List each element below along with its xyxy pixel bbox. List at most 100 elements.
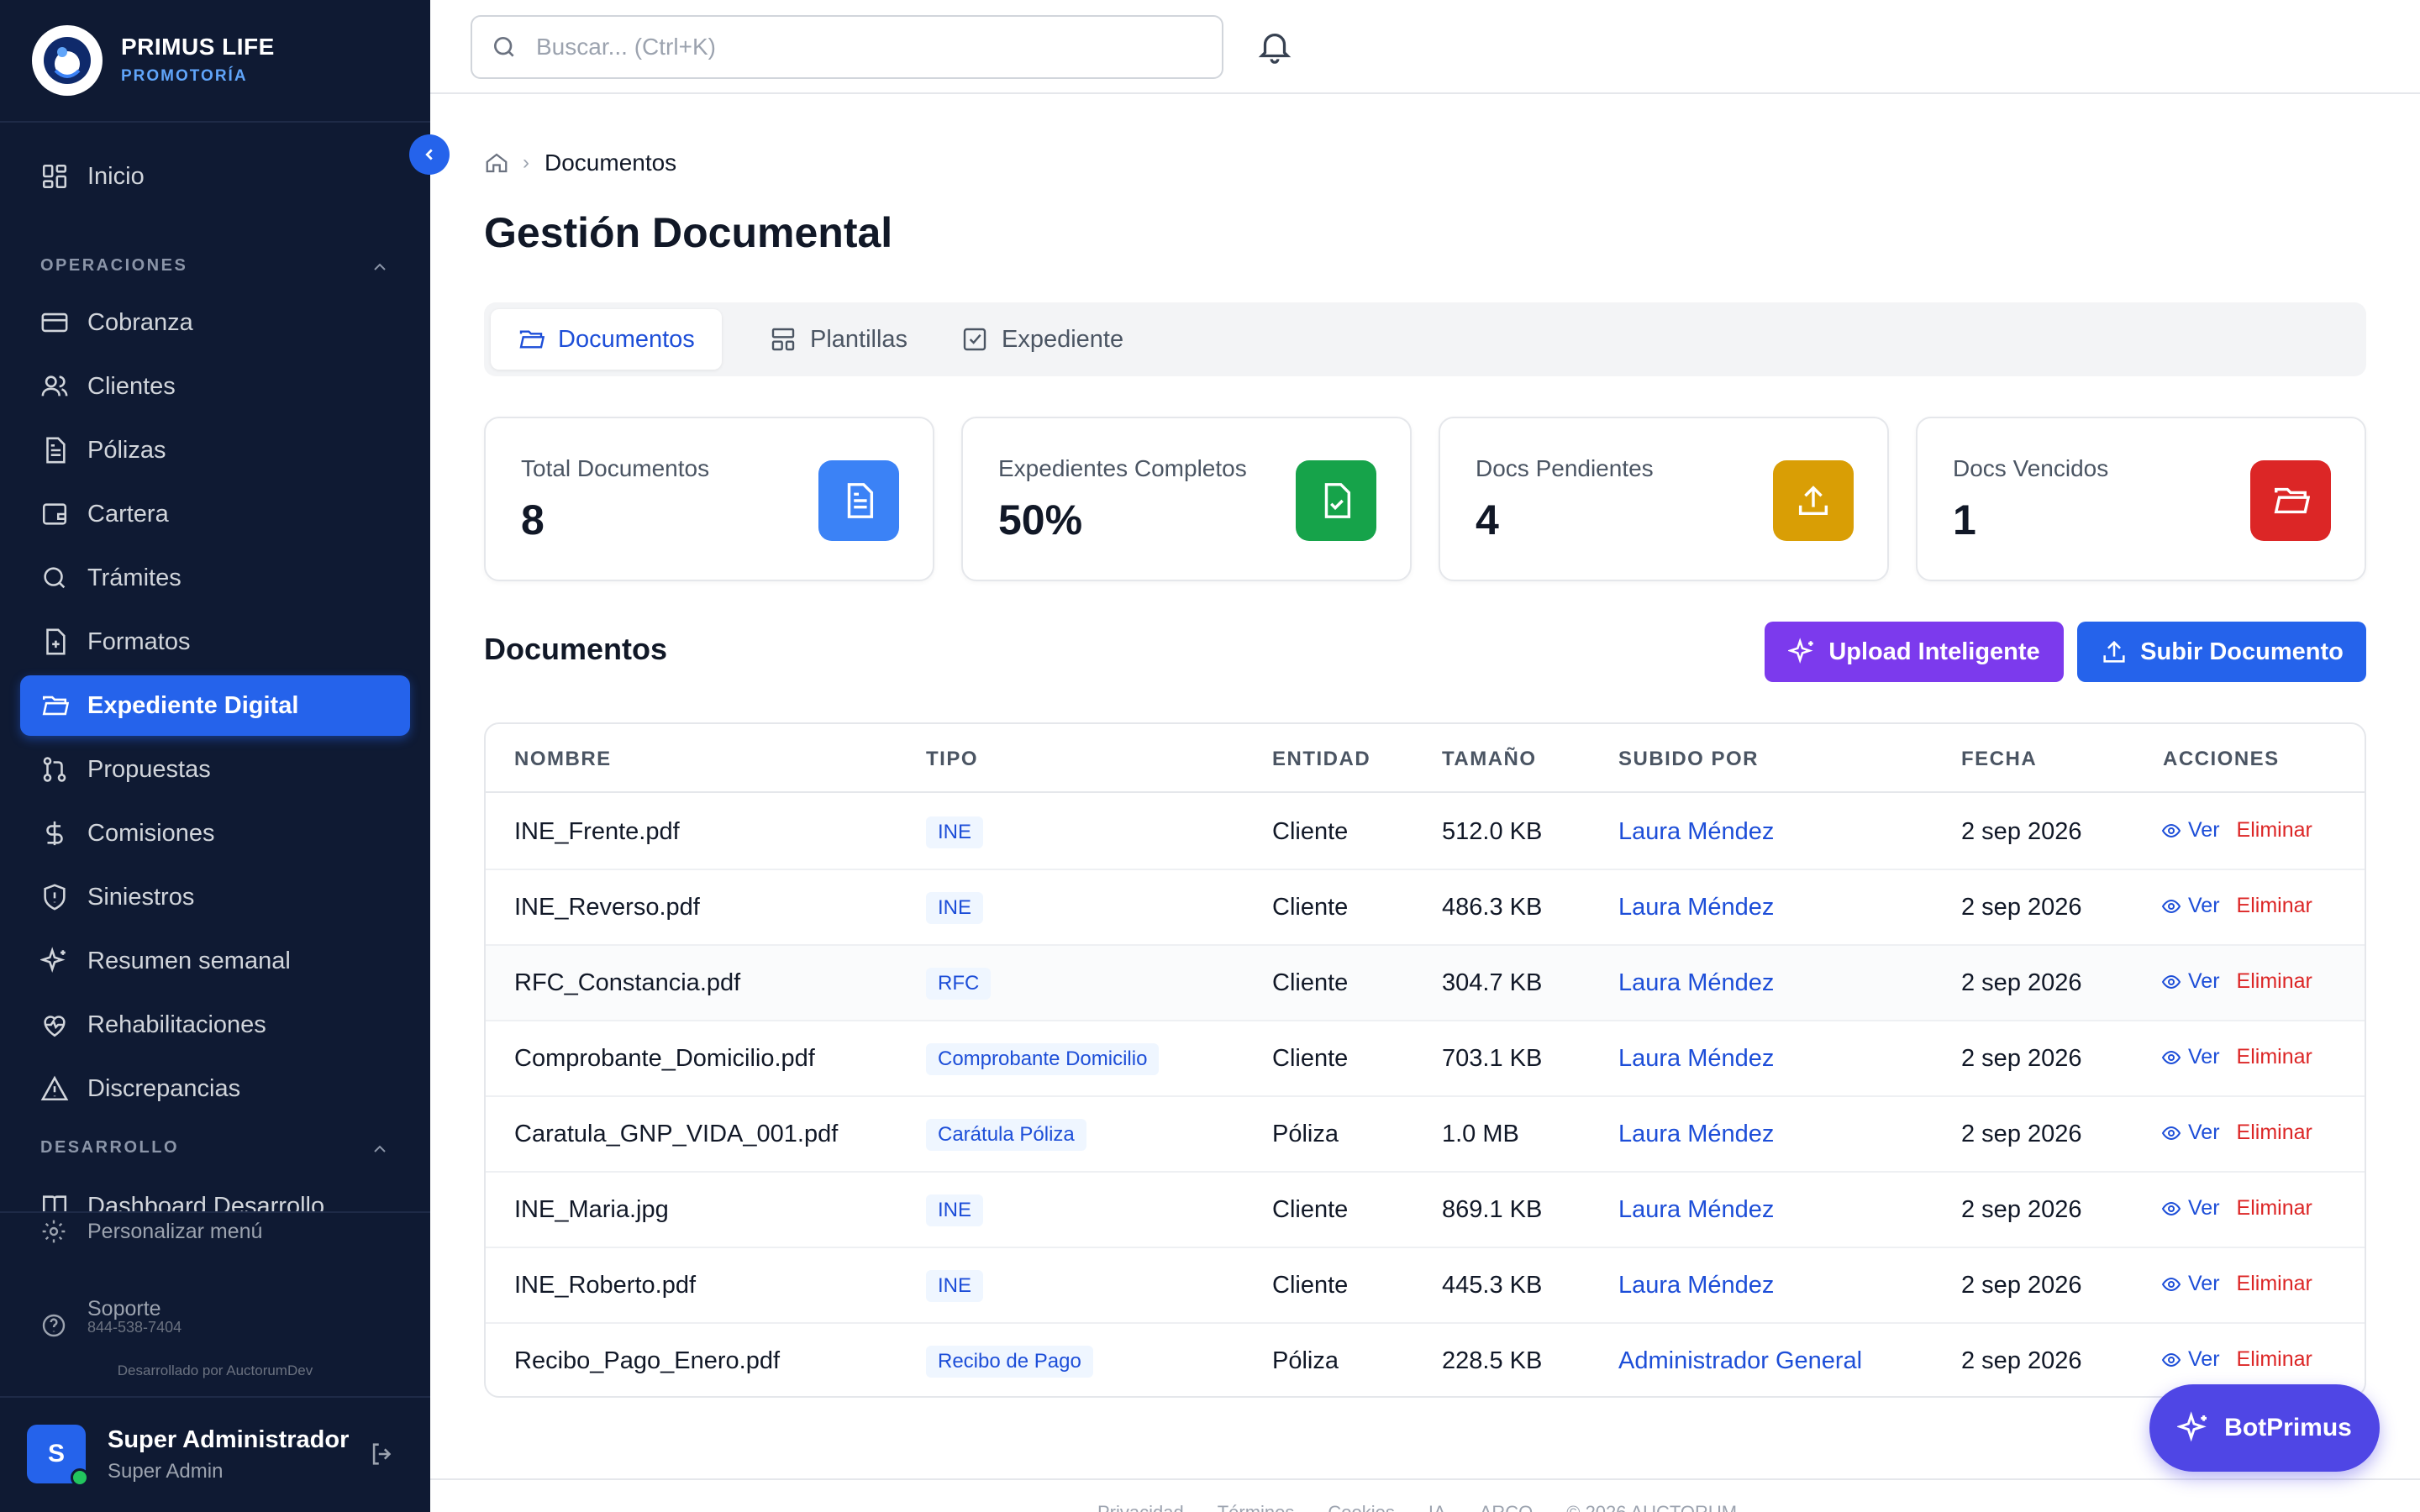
brand-logo[interactable] (32, 25, 103, 96)
cell-subido-por-link[interactable]: Laura Méndez (1618, 894, 1774, 921)
cell-fecha: 2 sep 2026 (1961, 894, 2082, 921)
sidebar-item-formatos[interactable]: Formatos (20, 612, 410, 672)
eye-icon (2161, 823, 2181, 837)
cell-subido-por-link[interactable]: Laura Méndez (1618, 1121, 1774, 1148)
search-icon (494, 37, 514, 57)
chevron-up-icon[interactable] (370, 1139, 390, 1159)
section-operaciones[interactable]: OPERACIONES (40, 256, 187, 276)
table-row[interactable]: Caratula_GNP_VIDA_001.pdf Carátula Póliza… (486, 1097, 2365, 1173)
upload-smart-button[interactable]: Upload Inteligente (1765, 622, 2064, 682)
footer-link[interactable]: © 2026 AUCTORUM (1566, 1502, 1737, 1512)
view-button[interactable]: Ver (2161, 1045, 2220, 1069)
sidebar-item-expediente-digital[interactable]: Expediente Digital (20, 675, 410, 736)
view-label: Ver (2188, 1272, 2220, 1295)
view-button[interactable]: Ver (2161, 818, 2220, 843)
sidebar-item-propuestas[interactable]: Propuestas (20, 739, 410, 800)
cell-subido-por-link[interactable]: Laura Méndez (1618, 969, 1774, 997)
book-icon (42, 1195, 67, 1211)
view-button[interactable]: Ver (2161, 1347, 2220, 1372)
sidebar-item-resumen-semanal[interactable]: Resumen semanal (20, 931, 410, 991)
delete-button[interactable]: Eliminar (2237, 1196, 2312, 1221)
bell-icon[interactable] (1255, 27, 1294, 66)
cell-subido-por-link[interactable]: Laura Méndez (1618, 1045, 1774, 1073)
footer-link[interactable]: Términos (1218, 1502, 1295, 1512)
footer-link[interactable]: Cookies (1328, 1502, 1394, 1512)
delete-button[interactable]: Eliminar (2237, 818, 2312, 843)
delete-button[interactable]: Eliminar (2237, 1272, 2312, 1296)
type-badge: RFC (926, 968, 992, 1000)
table-row[interactable]: Recibo_Pago_Enero.pdf Recibo de Pago Póliz… (486, 1324, 2365, 1396)
sidebar-item-rehabilitaciones[interactable]: Rehabilitaciones (20, 995, 410, 1055)
sidebar-item-polizas[interactable]: Pólizas (20, 420, 410, 480)
sidebar-item-inicio[interactable]: Inicio (20, 146, 410, 207)
stat-icon-badge (1296, 460, 1376, 541)
sidebar-item-cartera[interactable]: Cartera (20, 484, 410, 544)
upload-icon (2103, 640, 2125, 663)
botprimus-chat-button[interactable]: BotPrimus (2149, 1384, 2380, 1472)
view-button[interactable]: Ver (2161, 1121, 2220, 1145)
stat-icon-badge (2250, 460, 2331, 541)
column-header-nombre[interactable]: NOMBRE (514, 748, 612, 771)
footer-link[interactable]: IA (1428, 1502, 1446, 1512)
view-label: Ver (2188, 894, 2220, 917)
table-row[interactable]: INE_Maria.jpg INE Cliente 869.1 KB Laura Mén… (486, 1173, 2365, 1248)
cell-nombre: INE_Roberto.pdf (514, 1272, 697, 1299)
table-row[interactable]: RFC_Constancia.pdf RFC Cliente 304.7 KB Laur… (486, 946, 2365, 1021)
view-button[interactable]: Ver (2161, 1196, 2220, 1221)
file-check-icon (1324, 483, 1351, 518)
upload-document-button[interactable]: Subir Documento (2077, 622, 2366, 682)
column-header-tamano[interactable]: TAMAÑO (1442, 748, 1537, 771)
delete-button[interactable]: Eliminar (2237, 1045, 2312, 1069)
delete-button[interactable]: Eliminar (2237, 1121, 2312, 1145)
cell-subido-por-link[interactable]: Laura Méndez (1618, 1196, 1774, 1224)
sidebar-item-siniestros[interactable]: Siniestros (20, 867, 410, 927)
delete-button[interactable]: Eliminar (2237, 894, 2312, 918)
column-header-entidad[interactable]: ENTIDAD (1272, 748, 1370, 771)
cell-tamano: 512.0 KB (1442, 818, 1543, 845)
column-header-tipo[interactable]: TIPO (926, 748, 978, 771)
table-header: NOMBRE TIPO ENTIDAD TAMAÑO SUBIDO POR FE… (486, 724, 2365, 793)
sidebar-item-dashboard-desarrollo[interactable]: Dashboard Desarrollo (20, 1183, 410, 1211)
sidebar-item-discrepancias[interactable]: Discrepancias (20, 1058, 410, 1119)
tab-documentos[interactable]: Documentos (491, 309, 722, 370)
tab-expediente[interactable]: Expediente (934, 309, 1150, 370)
column-header-subido-por[interactable]: SUBIDO POR (1618, 748, 1759, 771)
view-label: Ver (2188, 1045, 2220, 1068)
customize-menu-link[interactable]: Personalizar menú (40, 1218, 262, 1245)
table-row[interactable]: INE_Frente.pdf INE Cliente 512.0 KB Laura Mé… (486, 795, 2365, 870)
view-button[interactable]: Ver (2161, 969, 2220, 994)
delete-button[interactable]: Eliminar (2237, 969, 2312, 994)
collapse-sidebar-button[interactable] (409, 134, 450, 175)
documents-table: NOMBRE TIPO ENTIDAD TAMAÑO SUBIDO POR FE… (484, 722, 2366, 1398)
section-desarrollo[interactable]: DESARROLLO (40, 1138, 179, 1158)
table-row[interactable]: INE_Roberto.pdf INE Cliente 445.3 KB Laura M… (486, 1248, 2365, 1324)
search-box[interactable] (471, 15, 1223, 79)
chevron-up-icon[interactable] (370, 257, 390, 277)
sidebar-item-label: Formatos (87, 627, 191, 655)
column-header-fecha[interactable]: FECHA (1961, 748, 2037, 771)
cell-subido-por-link[interactable]: Administrador General (1618, 1347, 1862, 1375)
user-role: Super Admin (108, 1460, 224, 1483)
logout-icon[interactable] (368, 1440, 397, 1468)
view-button[interactable]: Ver (2161, 894, 2220, 918)
wallet-icon (42, 503, 67, 525)
upload-icon (1798, 486, 1828, 516)
home-icon[interactable] (484, 150, 509, 176)
view-button[interactable]: Ver (2161, 1272, 2220, 1296)
table-row[interactable]: INE_Reverso.pdf INE Cliente 486.3 KB Laura M… (486, 870, 2365, 946)
sidebar-item-comisiones[interactable]: Comisiones (20, 803, 410, 864)
sidebar-item-label: Discrepancias (87, 1074, 241, 1102)
cell-subido-por-link[interactable]: Laura Méndez (1618, 818, 1774, 846)
table-row[interactable]: Comprobante_Domicilio.pdf Comprobante Dom… (486, 1021, 2365, 1097)
sidebar-item-cobranza[interactable]: Cobranza (20, 292, 410, 353)
sidebar-item-tramites[interactable]: Trámites (20, 548, 410, 608)
delete-button[interactable]: Eliminar (2237, 1347, 2312, 1372)
dollar-icon (46, 821, 63, 846)
cell-entidad: Póliza (1272, 1121, 1339, 1147)
footer-link[interactable]: ARCO (1480, 1502, 1534, 1512)
cell-subido-por-link[interactable]: Laura Méndez (1618, 1272, 1774, 1299)
sidebar-item-clientes[interactable]: Clientes (20, 356, 410, 417)
tab-plantillas[interactable]: Plantillas (743, 309, 934, 370)
search-input[interactable] (536, 34, 1192, 60)
footer-link[interactable]: Privacidad (1097, 1502, 1184, 1512)
